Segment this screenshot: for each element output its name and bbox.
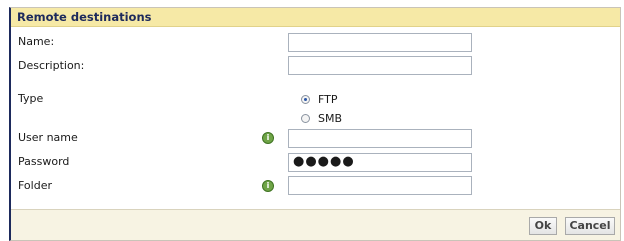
password-input[interactable]: ●●●●●: [288, 153, 472, 172]
radio-ftp-button[interactable]: [301, 95, 310, 104]
remote-destinations-dialog: Remote destinations Name: Description: T…: [9, 7, 621, 241]
folder-info-icon[interactable]: i: [262, 180, 274, 192]
radio-smb-label: SMB: [318, 112, 343, 125]
type-label: Type: [18, 92, 44, 105]
password-label: Password: [18, 155, 70, 168]
name-label: Name:: [18, 35, 55, 48]
username-info-icon[interactable]: i: [262, 132, 274, 144]
name-input[interactable]: [288, 33, 472, 52]
radio-smb[interactable]: SMB: [301, 112, 342, 125]
ok-button[interactable]: Ok: [529, 217, 557, 235]
folder-label: Folder: [18, 179, 52, 192]
radio-smb-button[interactable]: [301, 114, 310, 123]
cancel-button[interactable]: Cancel: [565, 217, 615, 235]
radio-ftp[interactable]: FTP: [301, 93, 338, 106]
description-input[interactable]: [288, 56, 472, 75]
dialog-title: Remote destinations: [11, 8, 620, 27]
radio-ftp-label: FTP: [318, 93, 338, 106]
folder-input[interactable]: [288, 176, 472, 195]
username-input[interactable]: [288, 129, 472, 148]
description-label: Description:: [18, 59, 85, 72]
dialog-footer: Ok Cancel: [11, 209, 620, 240]
username-label: User name: [18, 131, 78, 144]
